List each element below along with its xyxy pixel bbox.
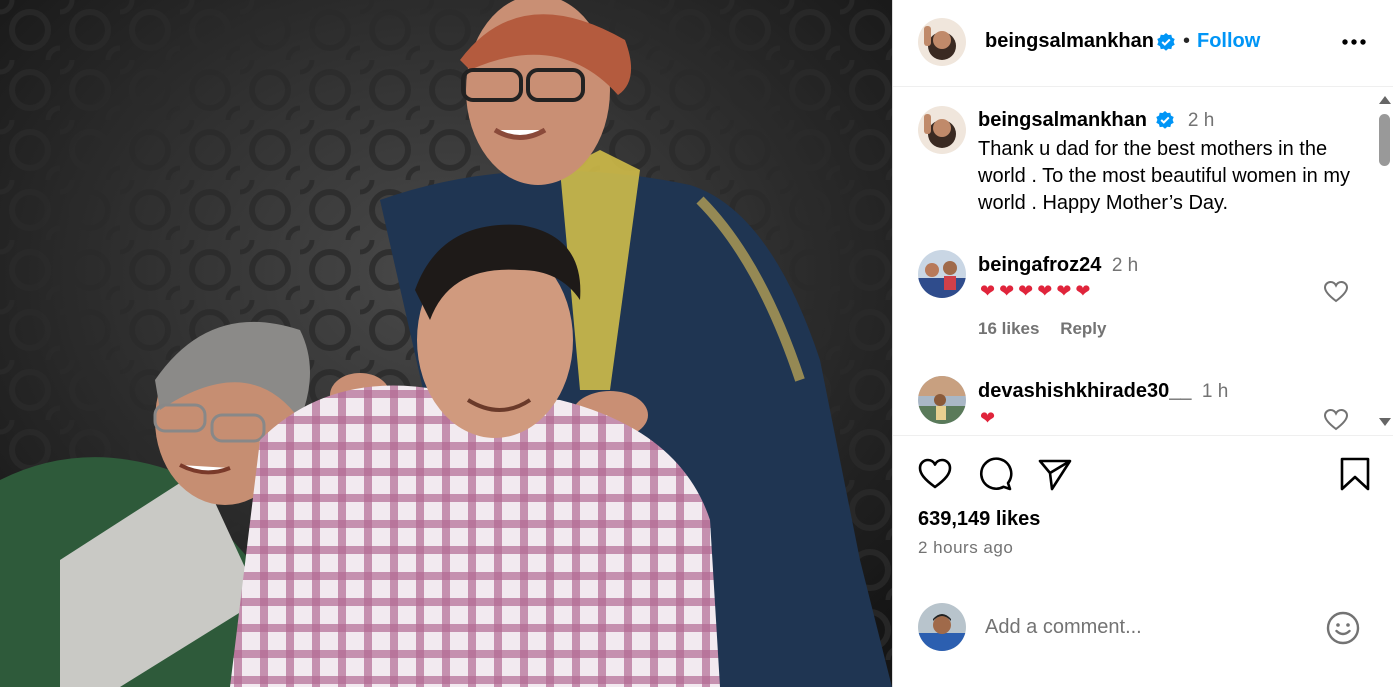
post-header: beingsalmankhan • Follow: [893, 0, 1393, 87]
comment-time: 1 h: [1201, 381, 1229, 402]
comment-text: ❤❤❤❤❤❤: [980, 281, 1095, 301]
comment-text: ❤: [980, 408, 1000, 428]
emoji-picker-icon[interactable]: [1325, 610, 1361, 646]
commenter-avatar[interactable]: [918, 376, 966, 424]
save-bookmark-icon[interactable]: [1337, 456, 1373, 492]
author-username[interactable]: beingsalmankhan: [985, 30, 1154, 53]
verified-badge-icon: [1156, 32, 1176, 52]
comments-list[interactable]: beingsalmankhan 2 h Thank u dad for the …: [893, 88, 1393, 436]
comment-username[interactable]: beingafroz24: [978, 254, 1101, 276]
comment-time: 2 h: [1111, 255, 1139, 276]
comment-like-heart-icon[interactable]: [1323, 408, 1349, 432]
comments-scrollbar[interactable]: [1375, 92, 1393, 434]
reply-button[interactable]: Reply: [1060, 319, 1106, 338]
scroll-down-arrow-icon[interactable]: [1379, 418, 1391, 426]
likes-count[interactable]: 639,149 likes: [918, 508, 1040, 531]
comment-username[interactable]: devashishkhirade30__: [978, 380, 1191, 402]
separator-dot: •: [1183, 30, 1191, 52]
scroll-up-arrow-icon[interactable]: [1379, 96, 1391, 104]
current-user-avatar: [918, 603, 966, 651]
share-send-icon[interactable]: [1037, 456, 1073, 492]
caption-item: beingsalmankhan 2 h Thank u dad for the …: [893, 88, 1373, 228]
comment-likes-count[interactable]: 16 likes: [978, 319, 1039, 338]
like-heart-icon[interactable]: [917, 456, 953, 492]
comment-item: devashishkhirade30__ 1 h ❤: [893, 374, 1373, 435]
scroll-thumb[interactable]: [1379, 114, 1390, 166]
post-timestamp: 2 hours ago: [918, 538, 1014, 557]
commenter-avatar[interactable]: [918, 250, 966, 298]
comment-bubble-icon[interactable]: [977, 456, 1013, 492]
add-comment-input[interactable]: [985, 610, 1305, 644]
verified-badge-icon: [1155, 110, 1175, 130]
post-actions: 639,149 likes 2 hours ago: [893, 436, 1393, 596]
follow-button[interactable]: Follow: [1197, 30, 1260, 53]
caption-time: 2 h: [1187, 110, 1215, 131]
caption-username[interactable]: beingsalmankhan: [978, 109, 1147, 131]
comment-like-heart-icon[interactable]: [1323, 280, 1349, 304]
post-photo-illustration: [0, 0, 892, 687]
caption-text: Thank u dad for the best mothers in the …: [978, 138, 1351, 214]
comment-item: beingafroz24 2 h ❤❤❤❤❤❤ 16 likes Reply: [893, 248, 1373, 358]
add-comment-bar: [893, 596, 1393, 687]
caption-author-avatar[interactable]: [918, 106, 966, 154]
post-image[interactable]: [0, 0, 892, 687]
more-options-icon[interactable]: [1339, 30, 1369, 54]
author-avatar[interactable]: [918, 18, 966, 66]
post-details-panel: beingsalmankhan • Follow beingsalmankhan: [892, 0, 1393, 687]
